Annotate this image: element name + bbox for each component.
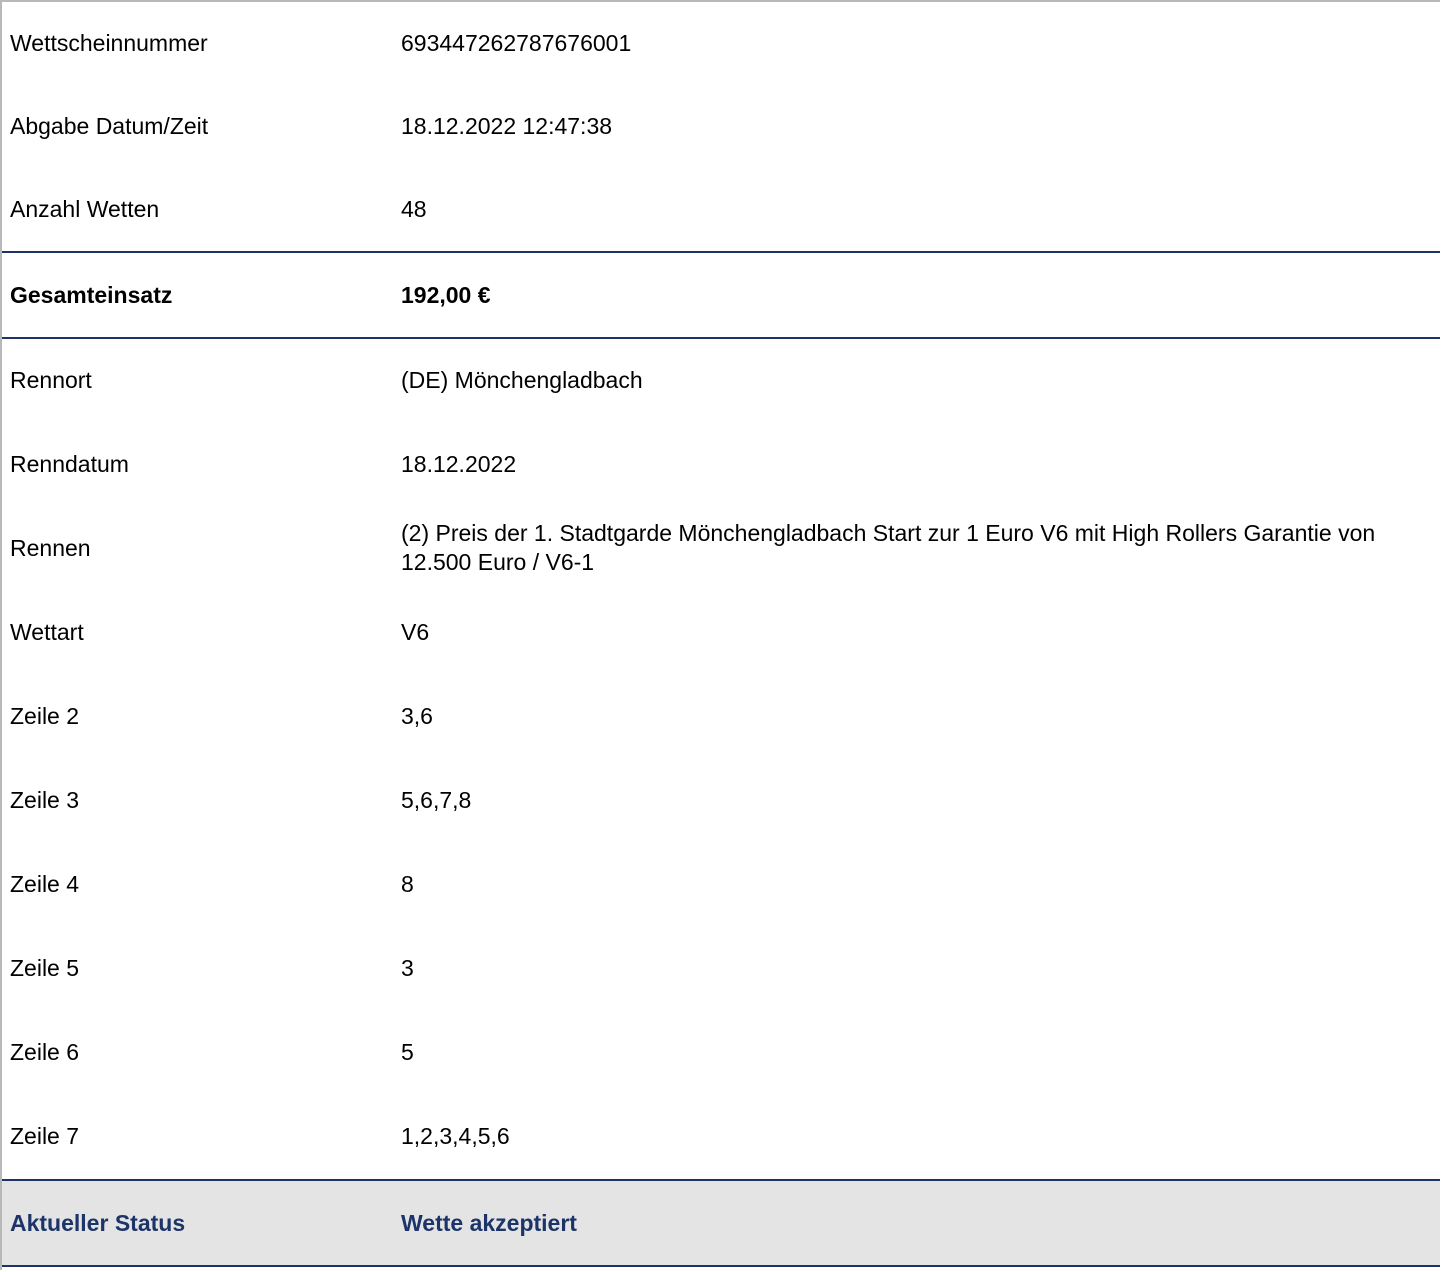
race-date-label: Renndatum bbox=[10, 450, 129, 477]
bet-type-label: Wettart bbox=[10, 618, 84, 645]
line-row: Zeile 6 5 bbox=[2, 1010, 1440, 1094]
bet-type-row: Wettart V6 bbox=[2, 590, 1440, 674]
venue-value: (DE) Mönchengladbach bbox=[401, 367, 643, 393]
race-date-row: Renndatum 18.12.2022 bbox=[2, 422, 1440, 506]
bet-ticket-details: Wettscheinnummer 693447262787676001 Abga… bbox=[0, 0, 1440, 1270]
venue-row: Rennort (DE) Mönchengladbach bbox=[2, 338, 1440, 422]
status-value: Wette akzeptiert bbox=[401, 1209, 577, 1236]
line-label: Zeile 5 bbox=[10, 954, 80, 981]
total-stake-label: Gesamteinsatz bbox=[10, 281, 173, 308]
line-label: Zeile 3 bbox=[10, 786, 80, 813]
race-date-value: 18.12.2022 bbox=[401, 450, 517, 477]
line-value: 5,6,7,8 bbox=[401, 786, 472, 813]
line-row: Zeile 2 3,6 bbox=[2, 674, 1440, 758]
bet-type-value: V6 bbox=[401, 618, 430, 645]
submitted-value: 18.12.2022 12:47:38 bbox=[401, 112, 613, 139]
race-row: Rennen (2) Preis der 1. Stadtgarde Mönch… bbox=[2, 506, 1440, 590]
line-row: Zeile 7 1,2,3,4,5,6 bbox=[2, 1094, 1440, 1180]
total-stake-row: Gesamteinsatz 192,00 € bbox=[2, 252, 1440, 338]
race-label: Rennen bbox=[10, 534, 91, 561]
line-value: 1,2,3,4,5,6 bbox=[401, 1123, 510, 1149]
bet-count-row: Anzahl Wetten 48 bbox=[2, 168, 1440, 252]
status-row: Aktueller Status Wette akzeptiert bbox=[2, 1180, 1440, 1266]
line-value: 3,6 bbox=[401, 702, 433, 729]
venue-label: Rennort bbox=[10, 367, 92, 393]
status-label: Aktueller Status bbox=[10, 1209, 186, 1236]
line-row: Zeile 4 8 bbox=[2, 842, 1440, 926]
ticket-number-value: 693447262787676001 bbox=[401, 29, 632, 56]
line-label: Zeile 4 bbox=[10, 870, 80, 897]
bet-count-value: 48 bbox=[401, 196, 427, 222]
bet-count-label: Anzahl Wetten bbox=[10, 196, 160, 222]
line-value: 3 bbox=[401, 954, 414, 981]
submitted-row: Abgabe Datum/Zeit 18.12.2022 12:47:38 bbox=[2, 84, 1440, 168]
line-value: 5 bbox=[401, 1038, 414, 1065]
ticket-details-table: Wettscheinnummer 693447262787676001 Abga… bbox=[2, 2, 1440, 1267]
submitted-label: Abgabe Datum/Zeit bbox=[10, 112, 209, 139]
line-row: Zeile 3 5,6,7,8 bbox=[2, 758, 1440, 842]
ticket-number-label: Wettscheinnummer bbox=[10, 29, 208, 56]
race-value: (2) Preis der 1. Stadtgarde Mönchengladb… bbox=[401, 520, 1376, 575]
ticket-number-row: Wettscheinnummer 693447262787676001 bbox=[2, 2, 1440, 84]
line-label: Zeile 2 bbox=[10, 702, 80, 729]
line-value: 8 bbox=[401, 870, 414, 897]
total-stake-value: 192,00 € bbox=[401, 281, 491, 308]
line-row: Zeile 5 3 bbox=[2, 926, 1440, 1010]
line-label: Zeile 7 bbox=[10, 1123, 80, 1149]
line-label: Zeile 6 bbox=[10, 1038, 80, 1065]
